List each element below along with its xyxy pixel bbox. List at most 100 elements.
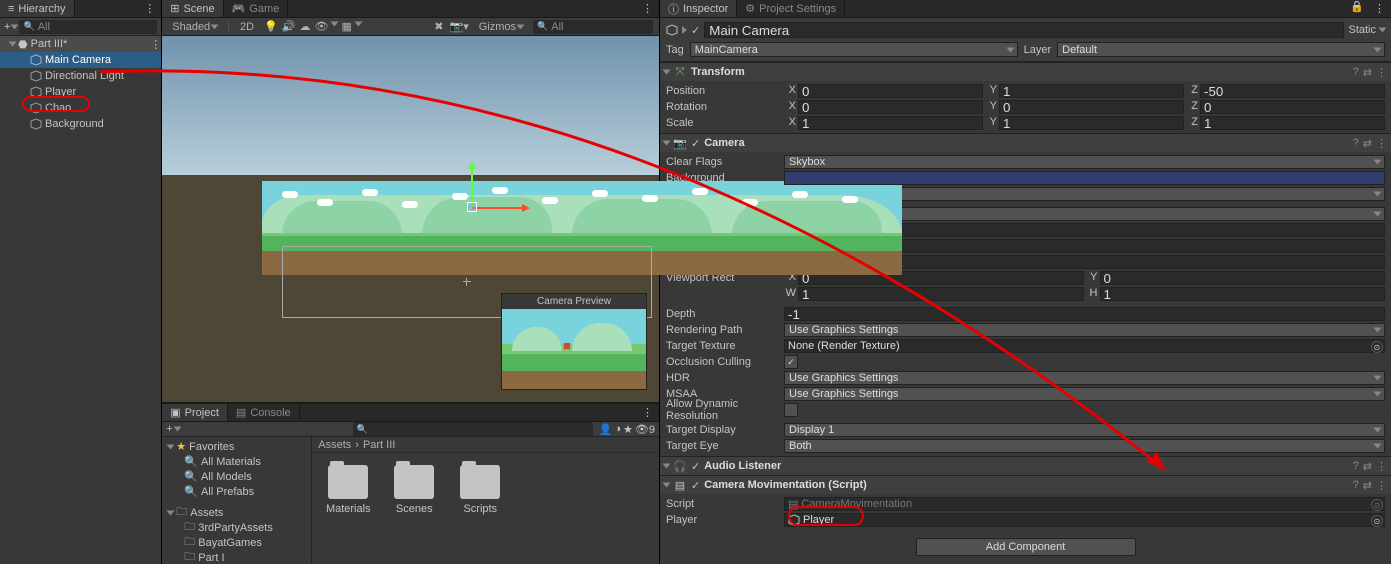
console-tab[interactable]: ▤ Console	[228, 404, 300, 421]
grid-icon[interactable]: ▦	[341, 20, 351, 33]
near-input[interactable]	[818, 239, 1385, 253]
tag-dropdown[interactable]: MainCamera	[690, 42, 1018, 57]
lock-icon[interactable]: 🔒	[1346, 0, 1368, 17]
hierarchy-item-main-camera[interactable]: Main Camera	[0, 52, 161, 68]
foldout-icon[interactable]	[663, 141, 671, 146]
project-search-input[interactable]: 🔍	[353, 422, 593, 436]
scl-y-input[interactable]	[999, 116, 1184, 130]
dropdown-icon[interactable]	[682, 26, 687, 34]
add-component-button[interactable]: Add Component	[916, 538, 1136, 556]
object-picker-icon[interactable]: ⊙	[1371, 515, 1383, 527]
inspector-tab[interactable]: ⓘ Inspector	[660, 0, 737, 17]
lighting-icon[interactable]: 💡	[264, 20, 278, 33]
scene-menu-icon[interactable]: ⋮	[150, 38, 161, 51]
static-dropdown-icon[interactable]	[1379, 28, 1387, 33]
foldout-icon[interactable]	[663, 464, 671, 469]
preset-icon[interactable]: ⇄	[1363, 479, 1372, 492]
move-gizmo-y[interactable]	[471, 163, 473, 207]
gameobject-name-input[interactable]	[704, 22, 1344, 38]
breadcrumb-item[interactable]: Part III	[363, 439, 395, 451]
foldout-icon[interactable]	[9, 42, 17, 47]
object-picker-icon[interactable]: ⊙	[1371, 499, 1383, 511]
preset-icon[interactable]: ⇄	[1363, 460, 1372, 473]
dropdown-icon[interactable]	[11, 24, 19, 29]
kebab-icon[interactable]: ⋮	[1376, 66, 1387, 79]
kebab-icon[interactable]: ⋮	[1376, 479, 1387, 492]
player-field[interactable]: Player⊙	[784, 513, 1385, 527]
favorite-icon[interactable]: ★	[623, 423, 633, 436]
preset-icon[interactable]: ⇄	[1363, 66, 1372, 79]
filter-icon[interactable]: 👤	[599, 423, 613, 436]
move-gizmo-center[interactable]	[467, 202, 477, 212]
audio-listener-header[interactable]: 🎧 ✓ Audio Listener ?⇄⋮	[660, 457, 1391, 475]
hierarchy-item-background[interactable]: Background	[0, 116, 161, 132]
fav-search[interactable]: 🔍All Materials	[162, 454, 311, 469]
gizmos-dropdown[interactable]: Gizmos	[475, 21, 527, 33]
target-display-dropdown[interactable]: Display 1	[784, 423, 1385, 437]
background-color-field[interactable]	[784, 171, 1385, 185]
mode-2d-toggle[interactable]: 2D	[236, 21, 258, 33]
help-icon[interactable]: ?	[1353, 137, 1359, 150]
pos-y-input[interactable]	[999, 84, 1184, 98]
game-tab[interactable]: 🎮 Game	[224, 0, 289, 17]
move-gizmo-x[interactable]	[472, 207, 528, 209]
scl-x-input[interactable]	[798, 116, 983, 130]
scl-z-input[interactable]	[1200, 116, 1385, 130]
shading-dropdown[interactable]: Shaded	[168, 21, 221, 33]
asset-folder[interactable]: 🗀Part I	[162, 550, 311, 564]
fx-dropdown-icon[interactable]	[331, 22, 339, 27]
layer-dropdown[interactable]: Default	[1057, 42, 1385, 57]
hidden-count-icon[interactable]: 👁9	[635, 423, 655, 436]
object-picker-icon[interactable]: ⊙	[1371, 341, 1383, 353]
audio-enabled-checkbox[interactable]: ✓	[691, 460, 700, 473]
dropdown-icon[interactable]	[173, 427, 181, 432]
folder-scripts[interactable]: Scripts	[456, 465, 504, 515]
clear-flags-dropdown[interactable]: Skybox	[784, 155, 1385, 169]
kebab-icon[interactable]: ⋮	[1376, 137, 1387, 150]
far-input[interactable]	[818, 255, 1385, 269]
scene-view[interactable]: Camera Preview	[162, 36, 659, 402]
project-settings-tab[interactable]: ⚙ Project Settings	[737, 0, 845, 17]
preset-icon[interactable]: ⇄	[1363, 137, 1372, 150]
project-add-button[interactable]: +	[166, 423, 172, 435]
hierarchy-item-chao[interactable]: Chao	[0, 100, 161, 116]
fav-search[interactable]: 🔍All Prefabs	[162, 484, 311, 499]
tools-icon[interactable]: ✖	[434, 20, 443, 33]
hierarchy-search-input[interactable]: 🔍 All	[19, 20, 157, 34]
rendering-path-dropdown[interactable]: Use Graphics Settings	[784, 323, 1385, 337]
folder-materials[interactable]: Materials	[324, 465, 372, 515]
filter-icon[interactable]: ◑	[614, 423, 621, 435]
help-icon[interactable]: ?	[1353, 479, 1359, 492]
camera-icon[interactable]: 📷▾	[450, 20, 469, 33]
hidden-icon[interactable]: 👁	[315, 20, 329, 33]
transform-header[interactable]: ⤧ Transform ?⇄⋮	[660, 63, 1391, 81]
pos-x-input[interactable]	[798, 84, 983, 98]
folder-scenes[interactable]: Scenes	[390, 465, 438, 515]
inspector-menu-icon[interactable]: ⋮	[1368, 0, 1391, 17]
occlusion-checkbox[interactable]: ✓	[784, 355, 798, 369]
fx-icon[interactable]: ☁	[300, 20, 311, 33]
camera-enabled-checkbox[interactable]: ✓	[691, 137, 700, 150]
project-tab[interactable]: ▣ Project	[162, 404, 228, 421]
favorites-row[interactable]: ★Favorites	[162, 439, 311, 454]
pos-z-input[interactable]	[1200, 84, 1385, 98]
vp-h-input[interactable]	[1100, 287, 1386, 301]
scene-menu-icon[interactable]: ⋮	[636, 0, 659, 17]
target-texture-field[interactable]: None (Render Texture)⊙	[784, 339, 1385, 353]
hierarchy-item-player[interactable]: Player	[0, 84, 161, 100]
audio-icon[interactable]: 🔊	[282, 20, 296, 33]
breadcrumb[interactable]: Assets › Part III	[312, 437, 659, 453]
foldout-icon[interactable]	[663, 70, 671, 75]
kebab-icon[interactable]: ⋮	[1376, 460, 1387, 473]
depth-input[interactable]	[784, 307, 1385, 321]
scene-tab[interactable]: ⊞ Scene	[162, 0, 223, 17]
fav-search[interactable]: 🔍All Models	[162, 469, 311, 484]
vp-w-input[interactable]	[798, 287, 1084, 301]
foldout-icon[interactable]	[663, 483, 671, 488]
vp-y-input[interactable]	[1100, 271, 1386, 285]
rot-x-input[interactable]	[798, 100, 983, 114]
script-enabled-checkbox[interactable]: ✓	[691, 479, 700, 492]
camera-component-header[interactable]: 📷 ✓ Camera ?⇄⋮	[660, 134, 1391, 152]
help-icon[interactable]: ?	[1353, 66, 1359, 79]
rot-z-input[interactable]	[1200, 100, 1385, 114]
